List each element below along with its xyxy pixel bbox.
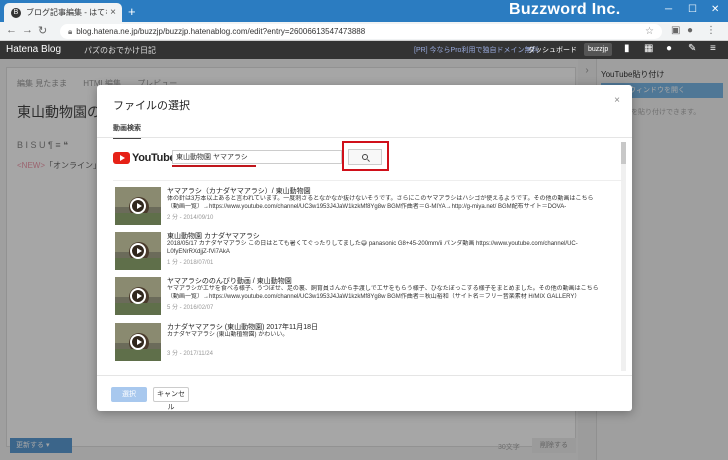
result-description: 2018/05/17 カナダヤマアラシ この日はとても暑くてぐったりしてました😅… [167, 241, 578, 247]
result-meta: 3 分 - 2017/11/24 [167, 351, 213, 357]
result-item[interactable]: ヤマアラシののんびり動画 / 東山動物園 ヤマアラシがエサを食べる様子、うつぼせ… [113, 275, 623, 322]
result-description: L0fyENrRXdjjZ-fVi7AkA [167, 249, 230, 255]
hatena-favicon-icon: B [11, 7, 21, 18]
select-button[interactable]: 選択 [111, 387, 147, 402]
result-meta: 5 分 - 2016/02/07 [167, 305, 214, 311]
browser-titlebar: B ブログ記事編集 - はてなブログ × + Buzzword Inc. ─ ☐… [0, 0, 728, 22]
result-item[interactable]: 東山動物園 カナダヤマアラシ 2018/05/17 カナダヤマアラシ この日はと… [113, 230, 623, 277]
result-description: （動画一覧）→https://www.youtube.com/channel/U… [167, 294, 581, 300]
video-thumbnail[interactable] [115, 323, 161, 361]
youtube-logo-text: YouTube [132, 152, 176, 164]
brand-watermark: Buzzword Inc. [509, 1, 621, 18]
tab-close-icon[interactable]: × [107, 7, 119, 18]
file-select-dialog: ファイルの選択 × 動画検索 YouTube ヤマアラシ（カナダヤマアラシ）/ … [97, 85, 632, 411]
dialog-close-icon[interactable]: × [614, 95, 620, 106]
annotation-highlight-box [342, 141, 389, 171]
user-menu[interactable]: buzzjp [584, 43, 613, 56]
play-icon [130, 243, 146, 259]
video-thumbnail[interactable] [115, 187, 161, 225]
reload-icon[interactable]: ↻ [38, 24, 47, 37]
video-thumbnail[interactable] [115, 277, 161, 315]
minimize-icon[interactable]: ─ [665, 4, 672, 15]
url-field[interactable]: 🔒︎ blog.hatena.ne.jp/buzzjp/buzzjp.hatena… [60, 24, 662, 39]
new-tab-button[interactable]: + [128, 4, 136, 19]
dashboard-link[interactable]: ダッシュボード [528, 45, 577, 55]
footer-divider [97, 375, 632, 376]
play-icon [130, 198, 146, 214]
browser-tab[interactable]: B ブログ記事編集 - はてなブログ × [4, 3, 122, 22]
notification-icon[interactable]: ● [666, 43, 672, 54]
close-window-icon[interactable]: ✕ [711, 4, 719, 15]
cancel-button[interactable]: キャンセル [153, 387, 189, 411]
result-meta: 1 分 - 2018/07/01 [167, 260, 214, 266]
apps-grid-icon[interactable]: ▦ [644, 43, 653, 54]
result-description: カナダヤマアラシ (東山動植物園) かわいい。 [167, 332, 289, 338]
extension-icon[interactable]: ▣ [671, 25, 680, 36]
url-text: blog.hatena.ne.jp/buzzjp/buzzjp.hatenabl… [76, 27, 366, 36]
blog-name-dropdown[interactable]: パズのおでかけ日記 [84, 45, 156, 56]
youtube-play-icon [113, 152, 130, 164]
annotation-underline [172, 165, 256, 167]
tab-title: ブログ記事編集 - はてなブログ [26, 8, 107, 17]
maximize-icon[interactable]: ☐ [688, 4, 697, 15]
search-results-list: ヤマアラシ（カナダヤマアラシ）/ 東山動物園 体の針は3万本以上あると言われてい… [113, 180, 623, 368]
result-item[interactable]: カナダヤマアラシ (東山動物園) 2017年11月18日 カナダヤマアラシ (東… [113, 321, 623, 368]
video-thumbnail[interactable] [115, 232, 161, 270]
pen-icon[interactable]: ✎ [688, 43, 696, 54]
profile-icon[interactable]: ● [687, 25, 693, 36]
play-icon [130, 288, 146, 304]
play-icon [130, 334, 146, 350]
result-description: （動画一覧）→https://www.youtube.com/channel/U… [167, 204, 567, 210]
video-search-input[interactable] [172, 150, 342, 164]
scrollbar-thumb[interactable] [621, 142, 626, 164]
forward-icon[interactable]: → [22, 24, 33, 36]
result-description: ヤマアラシがエサを食べる様子、うつぼせ、足の裏、飼育員さんから手渡しでエサをもら… [167, 286, 599, 292]
bookmark-icon[interactable]: ▮ [624, 43, 630, 54]
address-bar-row: ← → ↻ 🔒︎ blog.hatena.ne.jp/buzzjp/buzzjp.… [0, 22, 728, 41]
divider [97, 137, 632, 138]
hatena-logo[interactable]: Hatena Blog [6, 44, 61, 55]
browser-menu-icon[interactable]: ⋮ [706, 25, 716, 36]
result-item[interactable]: ヤマアラシ（カナダヤマアラシ）/ 東山動物園 体の針は3万本以上あると言われてい… [113, 185, 623, 232]
youtube-logo: YouTube [113, 152, 176, 164]
dialog-title: ファイルの選択 [113, 100, 190, 112]
pro-banner-link[interactable]: [PR] 今ならPro利用で独自ドメイン無料 [414, 45, 538, 55]
hatena-header: Hatena Blog パズのおでかけ日記 [PR] 今ならPro利用で独自ドメ… [0, 41, 728, 59]
back-icon[interactable]: ← [6, 24, 17, 36]
result-meta: 2 分 - 2014/09/10 [167, 215, 214, 221]
menu-icon[interactable]: ≡ [710, 43, 716, 54]
bookmark-star-icon[interactable]: ☆ [645, 24, 654, 39]
lock-icon: 🔒︎ [68, 27, 73, 36]
result-description: 体の針は3万本以上あると言われています。一度刺さるとなかなか抜けないそうです。さ… [167, 196, 594, 202]
